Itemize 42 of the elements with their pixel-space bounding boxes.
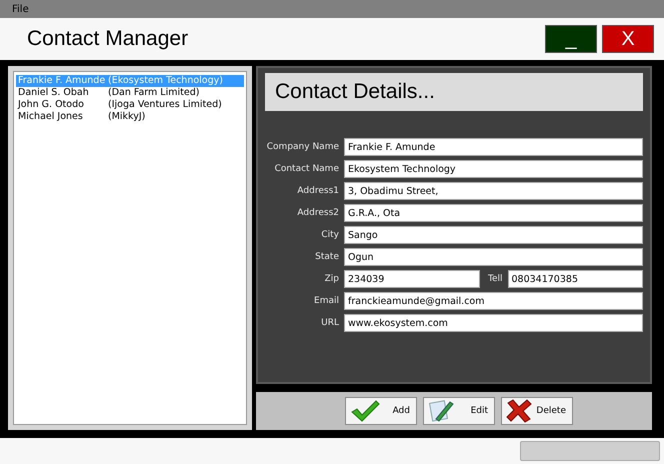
field-label: State bbox=[314, 252, 340, 262]
minimize-button[interactable]: _ bbox=[545, 25, 597, 53]
input-field[interactable]: www.ekosystem.com bbox=[344, 314, 643, 332]
field-label: URL bbox=[320, 318, 340, 328]
menu-item[interactable]: File bbox=[12, 4, 29, 14]
field-label: Address2 bbox=[296, 208, 340, 218]
field-label: Address1 bbox=[296, 186, 340, 196]
input-field[interactable]: franckieamunde@gmail.com bbox=[344, 292, 643, 310]
input-field[interactable]: 234039 bbox=[344, 270, 480, 288]
contact-list-item[interactable]: Daniel S. Obah (Dan Farm Limited) bbox=[16, 87, 244, 99]
contact-company: (Ekosystem Technology) bbox=[108, 75, 223, 87]
input-field[interactable]: G.R.A., Ota bbox=[344, 204, 643, 222]
edit-button[interactable]: Edit bbox=[423, 397, 495, 425]
cross-icon bbox=[506, 399, 532, 423]
field-label: Tell bbox=[486, 274, 504, 284]
input-field[interactable]: Sango bbox=[344, 226, 643, 244]
contact-name: Frankie F. Amunde bbox=[18, 75, 106, 87]
input-field[interactable]: Ogun bbox=[344, 248, 643, 266]
notepad-pencil-icon bbox=[428, 399, 454, 423]
close-button[interactable]: X bbox=[602, 25, 654, 53]
field-label: Zip bbox=[324, 274, 340, 284]
input-field[interactable]: 3, Obadimu Street, bbox=[344, 182, 643, 200]
field-label: Company Name bbox=[266, 142, 340, 152]
input-field[interactable]: Ekosystem Technology bbox=[344, 160, 643, 178]
contact-name: John G. Otodo bbox=[18, 99, 85, 111]
contact-name: Daniel S. Obah bbox=[18, 87, 90, 99]
field-label: Contact Name bbox=[274, 164, 340, 174]
window-title: Contact Manager bbox=[27, 27, 190, 51]
input-field[interactable]: 08034170385 bbox=[508, 270, 643, 288]
contact-name: Michael Jones bbox=[18, 111, 84, 123]
add-button[interactable]: Add bbox=[345, 397, 417, 425]
delete-button[interactable]: Delete bbox=[501, 397, 573, 425]
contact-company: (Dan Farm Limited) bbox=[108, 87, 200, 99]
checkmark-icon bbox=[350, 400, 380, 422]
contact-company: (Ijoga Ventures Limited) bbox=[108, 99, 222, 111]
details-heading: Contact Details... bbox=[265, 73, 643, 111]
contact-company: (MikkyJ) bbox=[108, 111, 146, 123]
input-field[interactable]: Frankie F. Amunde bbox=[344, 138, 643, 156]
field-label: Email bbox=[313, 296, 340, 306]
field-label: City bbox=[320, 230, 340, 240]
contact-list-item[interactable]: Michael Jones (MikkyJ) bbox=[16, 111, 244, 123]
contact-list-item[interactable]: John G. Otodo (Ijoga Ventures Limited) bbox=[16, 99, 244, 111]
